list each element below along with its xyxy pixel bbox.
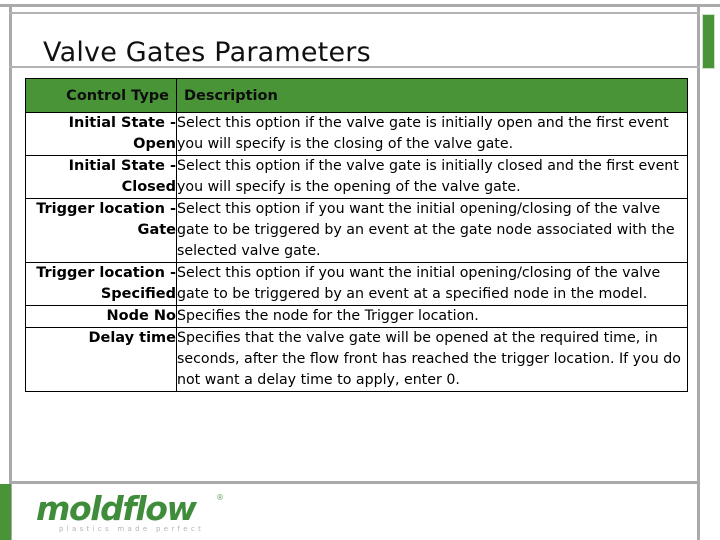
cell-description: Specifies the node for the Trigger locat… [176, 305, 688, 328]
valve-gates-parameters-table: Control Type Description Initial State -… [25, 78, 688, 392]
table-header-row: Control Type Description [25, 78, 688, 113]
cell-control-type: Trigger location - Gate [25, 198, 177, 263]
moldflow-logo: moldflow ® plastics made perfect [36, 492, 256, 536]
column-header-description: Description [176, 78, 688, 113]
table-row: Initial State - Open Select this option … [25, 112, 688, 156]
cell-control-type: Initial State - Open [25, 112, 177, 156]
table-row: Trigger location - Gate Select this opti… [25, 198, 688, 263]
cell-description: Select this option if the valve gate is … [176, 155, 688, 199]
cell-control-type: Trigger location - Specified [25, 262, 177, 306]
logo-wordmark: moldflow [36, 489, 197, 528]
accent-bar-left [0, 484, 11, 540]
cell-description: Select this option if the valve gate is … [176, 112, 688, 156]
accent-bar-right [702, 14, 715, 69]
table-row: Node No Specifies the node for the Trigg… [25, 305, 688, 328]
cell-control-type: Initial State - Closed [25, 155, 177, 199]
table-row: Trigger location - Specified Select this… [25, 262, 688, 306]
logo-tagline: plastics made perfect [59, 525, 205, 533]
cell-description: Select this option if you want the initi… [176, 262, 688, 306]
frame-top-rule [0, 4, 720, 7]
cell-description: Specifies that the valve gate will be op… [176, 327, 688, 392]
footer-rule [9, 481, 700, 484]
table-row: Delay time Specifies that the valve gate… [25, 327, 688, 392]
cell-description: Select this option if you want the initi… [176, 198, 688, 263]
cell-control-type: Delay time [25, 327, 177, 392]
trademark-icon: ® [216, 493, 224, 502]
title-placeholder: Valve Gates Parameters [9, 12, 700, 68]
page-title: Valve Gates Parameters [43, 37, 371, 68]
table-row: Initial State - Closed Select this optio… [25, 155, 688, 199]
slide-canvas: Valve Gates Parameters Control Type Desc… [0, 0, 720, 540]
frame-left-rule [9, 4, 12, 540]
frame-right-rule [697, 4, 700, 540]
cell-control-type: Node No [25, 305, 177, 328]
column-header-control-type: Control Type [25, 78, 177, 113]
